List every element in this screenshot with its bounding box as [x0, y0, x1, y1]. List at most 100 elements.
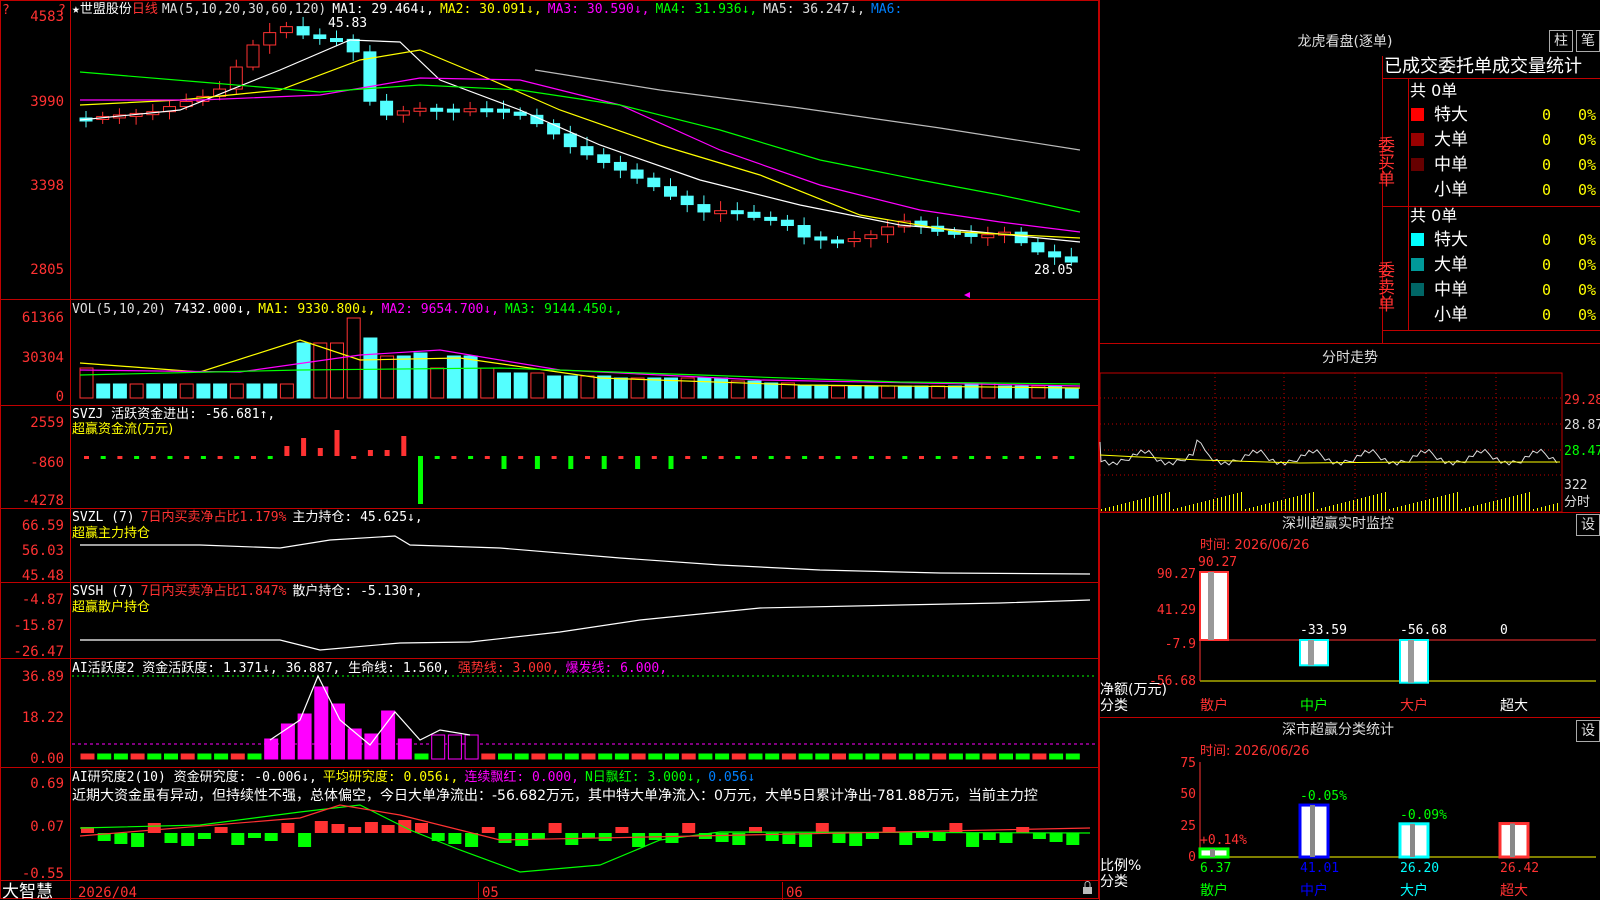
chart-canvas[interactable]: 90.27-33.59 -56.68 0散户 中户 大户 超大 6.37+0.14%散户4… — [0, 0, 1600, 900]
chart-mode-bar-button[interactable]: 柱 — [1549, 30, 1573, 52]
volume-chart[interactable] — [79, 317, 1081, 399]
intraday-vol — [1521, 494, 1522, 511]
intraday-vol — [1477, 505, 1478, 511]
svzl-line — [80, 535, 1091, 575]
intraday-tick: 28.87 — [1564, 418, 1600, 433]
volume-bar — [897, 385, 912, 399]
activity-bar — [531, 753, 546, 760]
period-label[interactable]: 日线 — [132, 2, 158, 17]
research-bar — [715, 833, 729, 842]
intraday-vol — [1505, 498, 1506, 511]
candle — [630, 169, 644, 179]
activity-bar — [631, 753, 646, 760]
research-bar — [264, 833, 278, 841]
research-bar — [381, 825, 395, 833]
intraday-vol — [1289, 498, 1290, 511]
ai-research-chart[interactable] — [79, 804, 1091, 873]
intraday-vol — [1501, 499, 1502, 511]
classify-bar-value: 26.20 — [1400, 861, 1439, 876]
lhb-color-swatch — [1411, 108, 1424, 121]
price-tick: 3990 — [30, 94, 64, 110]
candle — [797, 225, 811, 238]
classify-category: 中户 — [1300, 882, 1328, 899]
intraday-tick: 322 — [1564, 478, 1587, 493]
date-label: 2026/04 — [78, 885, 137, 900]
flow-bar — [935, 456, 941, 459]
flow-bar — [334, 430, 340, 456]
flow-bar — [150, 456, 156, 459]
candle — [714, 210, 728, 215]
svsh-chart[interactable] — [80, 599, 1091, 651]
activity-bar — [280, 723, 295, 760]
stock-name: 世盟股份 — [80, 2, 132, 17]
monitor-chart[interactable]: 90.27 -33.59 -56.68 0 散户 中户 大户 超大 — [1198, 555, 1596, 714]
intraday-vol — [1457, 492, 1458, 511]
candle — [396, 110, 410, 116]
activity-bar — [948, 753, 963, 760]
intraday-vol — [1449, 494, 1450, 511]
activity-bar — [598, 753, 613, 760]
intraday-vol — [1297, 496, 1298, 511]
chart-mode-tick-button[interactable]: 笔 — [1576, 30, 1600, 52]
activity-bar — [264, 738, 279, 760]
intraday-vol — [1445, 495, 1446, 511]
volume-bar — [580, 375, 595, 399]
lhb-row-value: 0 — [1542, 231, 1551, 249]
activity-bar — [798, 753, 813, 760]
monitor-bar-label: 90.27 — [1198, 555, 1237, 570]
svzl-sub: 超赢主力持仓 — [72, 525, 150, 541]
activity-bar — [765, 753, 780, 760]
lhb-row-name: 特大 — [1434, 105, 1468, 125]
svzl-legend: SVZL (7) 7日内买卖净占比1.179% 主力持仓: 45.625↓, — [72, 509, 423, 525]
price-chart[interactable] — [79, 16, 1081, 298]
intraday-frame — [1099, 372, 1563, 513]
vol-legend-name: VOL(5,10,20) — [72, 302, 166, 317]
lock-icon[interactable] — [1083, 881, 1092, 895]
favorite-star-icon[interactable]: ★ — [72, 2, 80, 17]
lhb-row-name: 小单 — [1434, 180, 1468, 200]
intraday-vol — [1197, 503, 1198, 511]
flow-bar — [768, 456, 774, 459]
research-bar — [916, 833, 929, 838]
research-bar — [548, 823, 562, 833]
intraday-vol — [1481, 504, 1482, 511]
intraday-chart[interactable] — [1099, 372, 1563, 513]
flow-bar — [1035, 456, 1041, 459]
svsh-yaxis: -4.87 -15.87 -26.47 — [13, 592, 64, 660]
activity-bar — [481, 753, 496, 760]
intraday-vol — [1469, 507, 1470, 511]
activity-bar — [113, 753, 128, 760]
classify-bar-shade — [1510, 823, 1515, 857]
volume-bar — [947, 385, 962, 399]
volume-bar — [263, 383, 278, 399]
vol-tick: 30304 — [22, 350, 64, 366]
classify-chart[interactable]: 6.37 +0.14% 散户 41.01 -0.05% 中户 26.20 -0.09% 大户 26… — [1198, 762, 1596, 899]
flow-bar — [969, 456, 975, 459]
ai-activity-chart[interactable] — [72, 674, 1095, 760]
flow-bar — [718, 456, 724, 459]
flow-bar — [551, 456, 557, 459]
intraday-vol — [1293, 497, 1294, 511]
activity-bar — [97, 753, 112, 760]
svzl-chart[interactable] — [80, 535, 1091, 575]
lhb-row-pct: 0% — [1578, 281, 1596, 299]
flow-bar — [301, 438, 307, 456]
monitor-settings-button[interactable]: 设 — [1576, 514, 1600, 536]
intraday-vol — [1201, 502, 1202, 511]
classify-tick: 0 — [1188, 850, 1196, 865]
lhb-row-pct: 0% — [1578, 131, 1596, 149]
intraday-vol — [1109, 507, 1110, 511]
research-bar — [531, 833, 545, 839]
svzj-chart[interactable] — [84, 430, 1075, 504]
vol-ma1: MA1: 9330.800↓, — [258, 302, 375, 317]
monitor-yaxis: 90.27 41.29 -7.9 -56.68 — [1149, 567, 1196, 689]
activity-bar — [982, 753, 997, 760]
lhb-row-name: 中单 — [1434, 155, 1468, 175]
research-bar — [114, 833, 128, 844]
candle — [413, 107, 427, 112]
candle — [463, 108, 477, 113]
research-bar — [1032, 833, 1046, 839]
classify-settings-button[interactable]: 设 — [1576, 720, 1600, 742]
monitor-ylabel: 净额(万元) — [1100, 682, 1167, 698]
candle — [597, 154, 611, 163]
